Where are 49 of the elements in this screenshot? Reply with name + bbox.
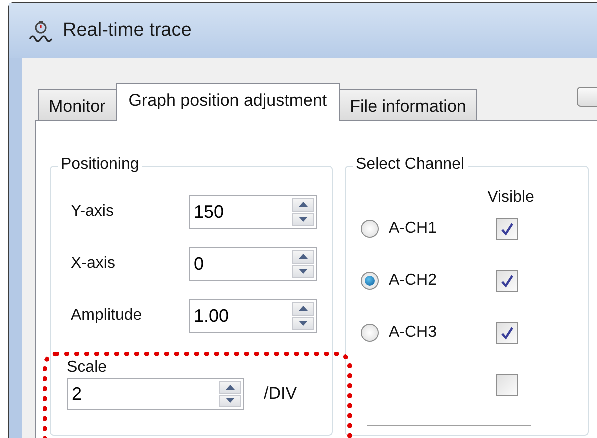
- tab[interactable]: Graph position adjustment: [116, 83, 340, 121]
- down-arrow-icon: [298, 320, 308, 326]
- tab[interactable]: File information: [339, 89, 478, 120]
- visible-checkbox[interactable]: [496, 218, 518, 240]
- spin-up-button[interactable]: [292, 302, 314, 316]
- field-label: Y-axis: [71, 203, 115, 221]
- spin-down-button[interactable]: [292, 212, 314, 226]
- visible-checkbox[interactable]: [496, 270, 518, 292]
- unit-label: /DIV: [264, 384, 298, 404]
- spin-field[interactable]: 1.00: [189, 299, 317, 333]
- radio-button[interactable]: [361, 272, 379, 290]
- up-arrow-icon: [298, 254, 308, 260]
- spin-field[interactable]: 0: [189, 247, 317, 281]
- spin-field[interactable]: 150: [189, 195, 317, 229]
- up-arrow-icon: [298, 306, 308, 312]
- spin-up-button[interactable]: [219, 381, 241, 394]
- down-arrow-icon: [298, 268, 308, 274]
- field-label: Amplitude: [71, 307, 144, 325]
- channel-label: A-CH1: [389, 220, 438, 238]
- channel-label: A-CH3: [389, 324, 438, 342]
- down-arrow-icon: [226, 398, 234, 404]
- checkmark-icon: [500, 326, 514, 340]
- checkmark-icon: [500, 274, 514, 288]
- radio-button[interactable]: [361, 324, 379, 342]
- spin-field[interactable]: 2: [67, 378, 244, 410]
- minimize-button[interactable]: [577, 87, 597, 107]
- radio-option[interactable]: A-CH3: [361, 324, 496, 342]
- field-label: Scale: [67, 359, 108, 377]
- spin-up-button[interactable]: [292, 198, 314, 212]
- spin-down-button[interactable]: [292, 316, 314, 330]
- checkbox[interactable]: [496, 374, 518, 396]
- field-label: X-axis: [71, 255, 116, 273]
- up-arrow-icon: [226, 384, 234, 390]
- radio-button[interactable]: [361, 220, 379, 238]
- radio-option[interactable]: A-CH1: [361, 220, 496, 238]
- visible-checkbox[interactable]: [496, 322, 518, 344]
- up-arrow-icon: [298, 202, 308, 208]
- down-arrow-icon: [298, 216, 308, 222]
- spin-down-button[interactable]: [292, 264, 314, 278]
- checkmark-icon: [500, 222, 514, 236]
- group-title: Positioning: [58, 155, 142, 175]
- spin-up-button[interactable]: [292, 250, 314, 264]
- tab[interactable]: Monitor: [38, 89, 117, 120]
- stopwatch-wave-icon: [29, 18, 53, 42]
- column-header: Visible: [488, 189, 534, 207]
- spin-down-button[interactable]: [219, 394, 241, 407]
- radio-option[interactable]: A-CH2: [361, 272, 496, 290]
- channel-label: A-CH2: [389, 272, 438, 290]
- window-title: Real-time trace: [63, 20, 192, 42]
